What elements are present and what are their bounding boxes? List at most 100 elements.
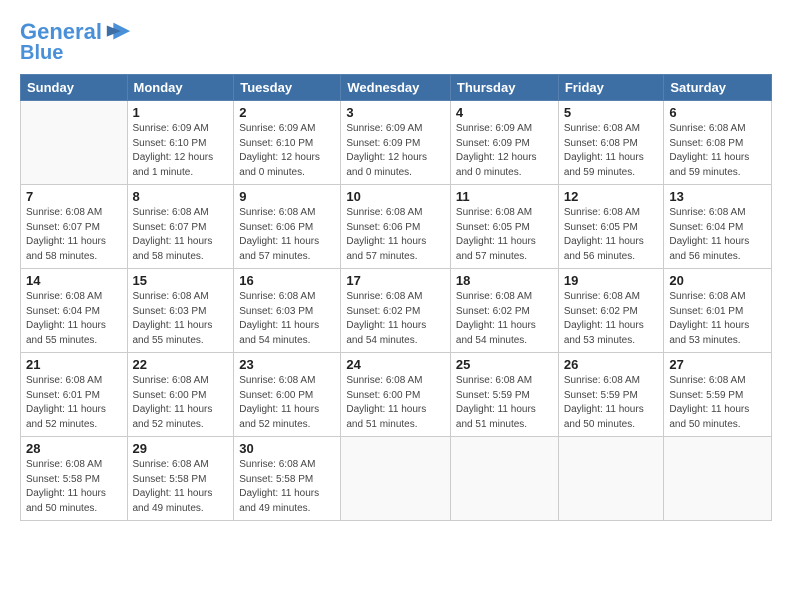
day-number: 24 [346,357,445,372]
day-info: Sunrise: 6:08 AMSunset: 5:59 PMDaylight:… [564,374,659,432]
day-number: 25 [456,357,553,372]
calendar-cell [21,101,128,185]
day-info: Sunrise: 6:08 AMSunset: 5:58 PMDaylight:… [26,458,122,516]
calendar-cell: 11 Sunrise: 6:08 AMSunset: 6:05 PMDayligh… [450,185,558,269]
day-number: 23 [239,357,335,372]
day-info: Sunrise: 6:08 AMSunset: 6:08 PMDaylight:… [669,122,766,180]
col-header-thursday: Thursday [450,75,558,101]
day-number: 8 [133,189,229,204]
logo: General Blue [20,18,132,64]
calendar-cell: 26Sunrise: 6:08 AMSunset: 5:59 PMDayligh… [558,353,664,437]
day-info: Sunrise: 6:08 AMSunset: 6:08 PMDaylight:… [564,122,659,180]
calendar-cell: 13 Sunrise: 6:08 AMSunset: 6:04 PMDayligh… [664,185,772,269]
day-info: Sunrise: 6:08 AMSunset: 6:02 PMDaylight:… [564,290,659,348]
calendar-cell: 29 Sunrise: 6:08 AMSunset: 5:58 PMDayligh… [127,437,234,521]
day-number: 3 [346,105,445,120]
calendar-week-2: 7 Sunrise: 6:08 AMSunset: 6:07 PMDaylight… [21,185,772,269]
logo-general: General [20,19,102,44]
day-info: Sunrise: 6:08 AMSunset: 6:00 PMDaylight:… [133,374,229,432]
calendar-cell: 17Sunrise: 6:08 AMSunset: 6:02 PMDayligh… [341,269,451,353]
calendar-cell: 10 Sunrise: 6:08 AMSunset: 6:06 PMDayligh… [341,185,451,269]
day-info: Sunrise: 6:09 AMSunset: 6:10 PMDaylight:… [239,122,335,180]
calendar-cell: 12Sunrise: 6:08 AMSunset: 6:05 PMDayligh… [558,185,664,269]
day-number: 16 [239,273,335,288]
day-info: Sunrise: 6:08 AMSunset: 6:07 PMDaylight:… [26,206,122,264]
day-number: 9 [239,189,335,204]
calendar-cell: 22 Sunrise: 6:08 AMSunset: 6:00 PMDayligh… [127,353,234,437]
day-info: Sunrise: 6:08 AMSunset: 6:01 PMDaylight:… [26,374,122,432]
calendar-header-row: SundayMondayTuesdayWednesdayThursdayFrid… [21,75,772,101]
logo-text: General [20,20,102,44]
day-info: Sunrise: 6:08 AMSunset: 6:04 PMDaylight:… [669,206,766,264]
day-info: Sunrise: 6:08 AMSunset: 6:00 PMDaylight:… [239,374,335,432]
calendar-cell: 15 Sunrise: 6:08 AMSunset: 6:03 PMDayligh… [127,269,234,353]
day-number: 10 [346,189,445,204]
day-number: 27 [669,357,766,372]
day-info: Sunrise: 6:08 AMSunset: 6:00 PMDaylight:… [346,374,445,432]
day-number: 29 [133,441,229,456]
calendar-cell: 2 Sunrise: 6:09 AMSunset: 6:10 PMDaylight… [234,101,341,185]
calendar-cell: 24 Sunrise: 6:08 AMSunset: 6:00 PMDayligh… [341,353,451,437]
day-number: 15 [133,273,229,288]
day-number: 28 [26,441,122,456]
calendar-cell: 3 Sunrise: 6:09 AMSunset: 6:09 PMDaylight… [341,101,451,185]
day-number: 6 [669,105,766,120]
col-header-tuesday: Tuesday [234,75,341,101]
day-number: 4 [456,105,553,120]
day-info: Sunrise: 6:08 AMSunset: 6:05 PMDaylight:… [456,206,553,264]
day-info: Sunrise: 6:08 AMSunset: 6:07 PMDaylight:… [133,206,229,264]
day-info: Sunrise: 6:08 AMSunset: 5:58 PMDaylight:… [133,458,229,516]
day-info: Sunrise: 6:08 AMSunset: 6:03 PMDaylight:… [133,290,229,348]
calendar-cell: 16 Sunrise: 6:08 AMSunset: 6:03 PMDayligh… [234,269,341,353]
calendar-cell [664,437,772,521]
calendar-cell: 8 Sunrise: 6:08 AMSunset: 6:07 PMDaylight… [127,185,234,269]
day-number: 1 [133,105,229,120]
day-info: Sunrise: 6:08 AMSunset: 6:06 PMDaylight:… [239,206,335,264]
page: General Blue SundayMondayTuesdayWednesda… [0,0,792,531]
calendar-cell: 4Sunrise: 6:09 AMSunset: 6:09 PMDaylight… [450,101,558,185]
day-number: 20 [669,273,766,288]
day-number: 21 [26,357,122,372]
day-number: 18 [456,273,553,288]
day-info: Sunrise: 6:08 AMSunset: 5:58 PMDaylight:… [239,458,335,516]
day-info: Sunrise: 6:08 AMSunset: 6:02 PMDaylight:… [456,290,553,348]
day-info: Sunrise: 6:09 AMSunset: 6:09 PMDaylight:… [346,122,445,180]
day-number: 30 [239,441,335,456]
day-info: Sunrise: 6:08 AMSunset: 6:03 PMDaylight:… [239,290,335,348]
calendar-cell: 18 Sunrise: 6:08 AMSunset: 6:02 PMDayligh… [450,269,558,353]
day-info: Sunrise: 6:08 AMSunset: 5:59 PMDaylight:… [669,374,766,432]
calendar-cell: 23 Sunrise: 6:08 AMSunset: 6:00 PMDayligh… [234,353,341,437]
day-number: 7 [26,189,122,204]
calendar-cell: 21 Sunrise: 6:08 AMSunset: 6:01 PMDayligh… [21,353,128,437]
day-number: 2 [239,105,335,120]
calendar-cell: 30 Sunrise: 6:08 AMSunset: 5:58 PMDayligh… [234,437,341,521]
calendar-cell: 25 Sunrise: 6:08 AMSunset: 5:59 PMDayligh… [450,353,558,437]
calendar-cell: 7 Sunrise: 6:08 AMSunset: 6:07 PMDaylight… [21,185,128,269]
day-info: Sunrise: 6:08 AMSunset: 5:59 PMDaylight:… [456,374,553,432]
calendar: SundayMondayTuesdayWednesdayThursdayFrid… [20,74,772,521]
col-header-sunday: Sunday [21,75,128,101]
day-number: 11 [456,189,553,204]
calendar-cell: 27 Sunrise: 6:08 AMSunset: 5:59 PMDayligh… [664,353,772,437]
day-number: 22 [133,357,229,372]
calendar-week-3: 14Sunrise: 6:08 AMSunset: 6:04 PMDayligh… [21,269,772,353]
day-number: 19 [564,273,659,288]
calendar-cell: 5 Sunrise: 6:08 AMSunset: 6:08 PMDaylight… [558,101,664,185]
day-number: 13 [669,189,766,204]
col-header-monday: Monday [127,75,234,101]
day-info: Sunrise: 6:08 AMSunset: 6:06 PMDaylight:… [346,206,445,264]
day-number: 14 [26,273,122,288]
calendar-cell [450,437,558,521]
day-info: Sunrise: 6:09 AMSunset: 6:10 PMDaylight:… [133,122,229,180]
calendar-week-5: 28 Sunrise: 6:08 AMSunset: 5:58 PMDayligh… [21,437,772,521]
day-number: 5 [564,105,659,120]
day-number: 12 [564,189,659,204]
col-header-saturday: Saturday [664,75,772,101]
calendar-week-1: 1 Sunrise: 6:09 AMSunset: 6:10 PMDaylight… [21,101,772,185]
day-info: Sunrise: 6:08 AMSunset: 6:01 PMDaylight:… [669,290,766,348]
calendar-cell: 19 Sunrise: 6:08 AMSunset: 6:02 PMDayligh… [558,269,664,353]
logo-icon [104,18,132,46]
calendar-cell: 14Sunrise: 6:08 AMSunset: 6:04 PMDayligh… [21,269,128,353]
calendar-cell: 6 Sunrise: 6:08 AMSunset: 6:08 PMDaylight… [664,101,772,185]
day-number: 17 [346,273,445,288]
